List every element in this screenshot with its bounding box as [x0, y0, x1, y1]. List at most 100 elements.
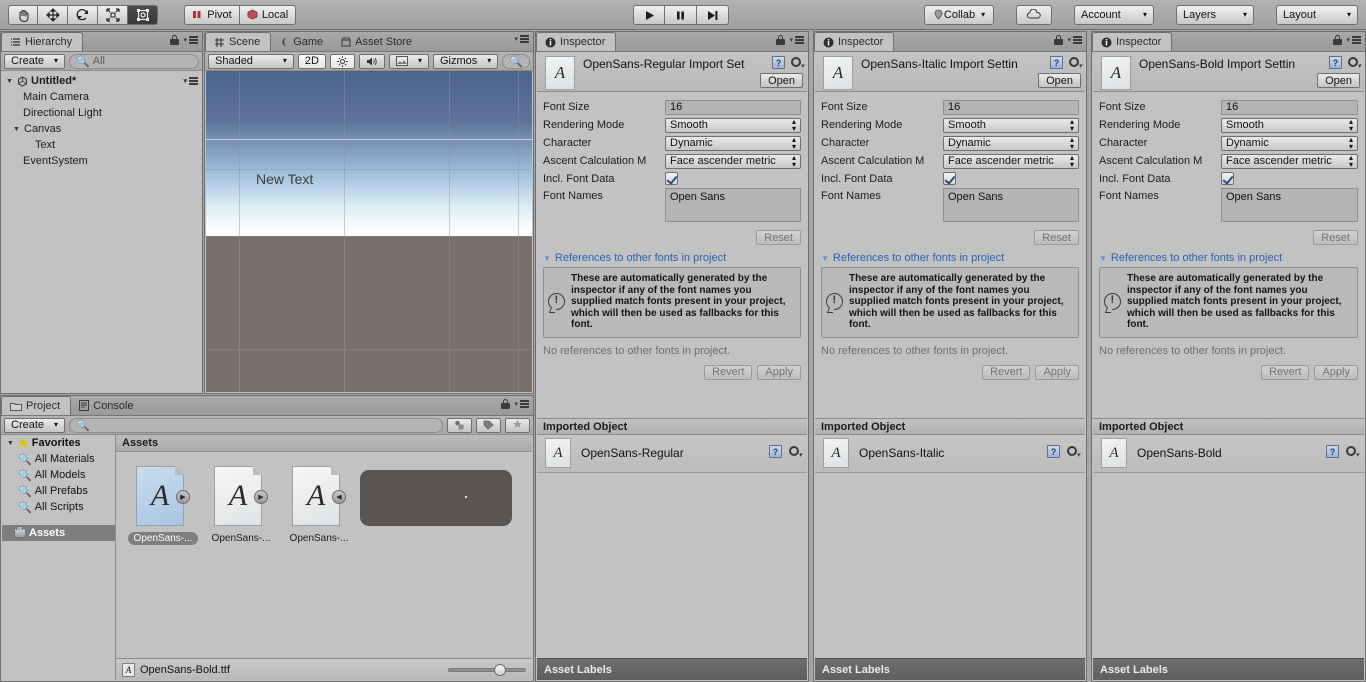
revert-button[interactable]: Revert [982, 364, 1031, 380]
project-create-button[interactable]: Create ▾ [4, 417, 66, 433]
open-button[interactable]: Open [1038, 73, 1081, 88]
revert-button[interactable]: Revert [704, 364, 753, 380]
incl-font-data-checkbox[interactable] [943, 171, 956, 185]
audio-toggle[interactable] [358, 53, 385, 69]
gear-icon[interactable]: ▾ [1066, 445, 1080, 459]
incl-font-data-checkbox[interactable] [1221, 171, 1234, 185]
panel-menu-icon[interactable]: ▾ [514, 35, 529, 43]
panel-menu-icon[interactable]: ▾ [183, 36, 198, 44]
ascent-calculation-dropdown[interactable]: Face ascender metric ▴ ▾ [943, 153, 1079, 169]
lock-icon[interactable] [1333, 35, 1343, 45]
imported-object-row[interactable]: A OpenSans-Italic ? ▾ [815, 435, 1085, 473]
collapse-badge-icon[interactable]: ◀ [332, 490, 346, 504]
help-icon[interactable]: ? [1329, 56, 1342, 69]
hierarchy-item-canvas[interactable]: ▼ Canvas [1, 121, 202, 137]
gear-icon[interactable]: ▾ [1347, 56, 1361, 70]
rotate-tool-button[interactable] [68, 4, 98, 25]
tab-game[interactable]: Game [271, 32, 333, 51]
reset-button[interactable]: Reset [1313, 230, 1358, 245]
apply-button[interactable]: Apply [757, 364, 801, 380]
panel-menu-icon[interactable]: ▾ [1346, 36, 1361, 44]
panel-menu-icon[interactable]: ▾ [1067, 36, 1082, 44]
favorite-all-materials[interactable]: 🔍 All Materials [2, 451, 115, 467]
shading-mode-dropdown[interactable]: Shaded ▾ [208, 53, 294, 69]
gear-icon[interactable]: ▾ [788, 445, 802, 459]
lock-icon[interactable] [776, 35, 786, 45]
tab-console[interactable]: Console [71, 396, 143, 415]
asset-labels-bar-1[interactable]: Asset Labels [537, 658, 807, 680]
gear-icon[interactable]: ▾ [1068, 56, 1082, 70]
effects-toggle[interactable]: ▾ [388, 53, 429, 69]
asset-item-opensans-bold[interactable]: A ◀ OpenSans-... [286, 466, 352, 545]
character-dropdown[interactable]: Dynamic ▴ ▾ [1221, 135, 1358, 151]
revert-button[interactable]: Revert [1261, 364, 1310, 380]
hierarchy-search-input[interactable]: 🔍 All [69, 53, 199, 69]
expand-badge-icon[interactable]: ▶ [254, 490, 268, 504]
tab-asset-store[interactable]: Asset Store [333, 32, 422, 51]
asset-item-opensans-italic[interactable]: A ▶ OpenSans-... [208, 466, 274, 545]
account-button[interactable]: Account ▾ [1074, 4, 1154, 25]
hierarchy-item-main-camera[interactable]: Main Camera [1, 89, 202, 105]
font-names-input[interactable]: Open Sans [665, 188, 801, 222]
pivot-button[interactable]: Pivot [184, 4, 240, 25]
chevron-down-icon[interactable]: ▼ [5, 78, 14, 85]
pause-button[interactable] [665, 5, 697, 25]
panel-menu-icon[interactable]: ▾ [514, 400, 529, 408]
favorite-all-scripts[interactable]: 🔍 All Scripts [2, 499, 115, 515]
project-tree-assets[interactable]: Assets [2, 525, 115, 541]
references-section-header[interactable]: ▼ References to other fonts in project [821, 252, 1079, 264]
tab-scene[interactable]: Scene [205, 32, 272, 51]
references-section-header[interactable]: ▼ References to other fonts in project [1099, 252, 1358, 264]
panel-menu-icon[interactable]: ▾ [789, 36, 804, 44]
open-button[interactable]: Open [1317, 73, 1360, 88]
asset-item-opensans-regular[interactable]: A ▶ OpenSans-... [127, 466, 199, 545]
font-size-input[interactable]: 16 [665, 99, 801, 115]
tab-inspector[interactable]: Inspector [1092, 32, 1173, 51]
hierarchy-item-eventsystem[interactable]: EventSystem [1, 153, 202, 169]
scene-menu-icon[interactable]: ▾ [183, 77, 198, 85]
tab-hierarchy[interactable]: Hierarchy [1, 32, 84, 51]
play-button[interactable] [633, 5, 665, 25]
local-button[interactable]: Local [240, 4, 296, 25]
lock-icon[interactable] [1054, 35, 1064, 45]
tab-inspector[interactable]: Inspector [536, 32, 617, 51]
apply-button[interactable]: Apply [1035, 364, 1079, 380]
rendering-mode-dropdown[interactable]: Smooth ▴ ▾ [1221, 117, 1358, 133]
scene-search-input[interactable]: 🔍 [502, 53, 530, 69]
scene-viewport[interactable]: New Text [206, 71, 532, 392]
asset-labels-bar-3[interactable]: Asset Labels [1093, 658, 1364, 680]
help-icon[interactable]: ? [1050, 56, 1063, 69]
mode-2d-toggle[interactable]: 2D [297, 53, 326, 69]
tab-inspector[interactable]: Inspector [814, 32, 895, 51]
scene-text-object[interactable]: New Text [256, 171, 313, 187]
project-search-input[interactable]: 🔍 [69, 417, 443, 433]
character-dropdown[interactable]: Dynamic ▴ ▾ [943, 135, 1079, 151]
font-material-texture-preview[interactable] [360, 470, 512, 526]
open-button[interactable]: Open [760, 73, 803, 88]
font-size-input[interactable]: 16 [943, 99, 1079, 115]
help-icon[interactable]: ? [772, 56, 785, 69]
character-dropdown[interactable]: Dynamic ▴ ▾ [665, 135, 801, 151]
chevron-down-icon[interactable]: ▼ [12, 126, 21, 133]
favorite-all-models[interactable]: 🔍 All Models [2, 467, 115, 483]
favorites-filter-button[interactable] [505, 417, 530, 433]
favorites-group[interactable]: ▼ ★ Favorites [2, 435, 115, 451]
hierarchy-item-directional-light[interactable]: Directional Light [1, 105, 202, 121]
step-button[interactable] [697, 5, 729, 25]
hierarchy-scene-row[interactable]: ▼ Untitled* ▾ [1, 73, 202, 89]
rect-tool-button[interactable] [128, 4, 158, 25]
incl-font-data-checkbox[interactable] [665, 171, 678, 185]
gizmos-dropdown[interactable]: Gizmos ▾ [433, 53, 499, 69]
references-section-header[interactable]: ▼ References to other fonts in project [543, 252, 801, 264]
scale-tool-button[interactable] [98, 4, 128, 25]
imported-object-row[interactable]: A OpenSans-Bold ? ▾ [1093, 435, 1364, 473]
filter-by-label-button[interactable] [476, 417, 501, 433]
chevron-down-icon[interactable]: ▼ [6, 440, 15, 447]
font-names-input[interactable]: Open Sans [943, 188, 1079, 222]
move-tool-button[interactable] [38, 4, 68, 25]
create-button[interactable]: Create ▾ [4, 53, 66, 69]
imported-object-row[interactable]: A OpenSans-Regular ? ▾ [537, 435, 807, 473]
font-size-input[interactable]: 16 [1221, 99, 1358, 115]
reset-button[interactable]: Reset [756, 230, 801, 245]
lock-icon[interactable] [501, 399, 511, 409]
